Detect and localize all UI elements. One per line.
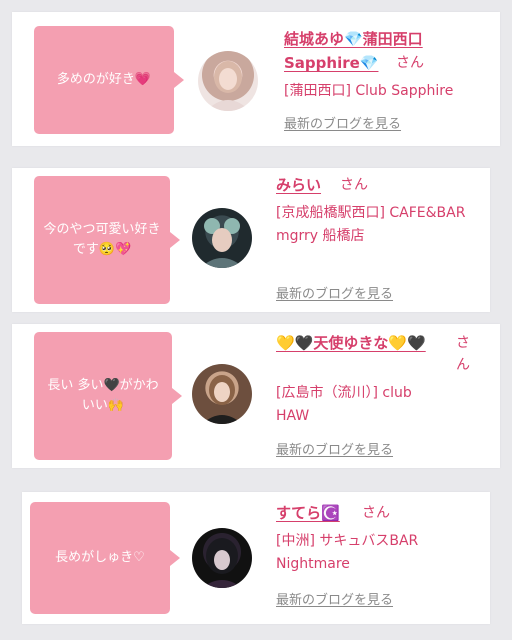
avatar[interactable] bbox=[192, 528, 252, 588]
latest-blog-link[interactable]: 最新のブログを見る bbox=[284, 116, 401, 134]
comment-bubble: 長めがしゅき♡ bbox=[30, 502, 180, 614]
avatar[interactable] bbox=[192, 364, 252, 424]
user-name-link[interactable]: 結城あゆ💎蒲田西口 bbox=[284, 28, 423, 50]
honorific-suffix: さん bbox=[362, 505, 390, 521]
comment-card: 長い 多い🖤がかわいい🙌 💛🖤天使ゆきな💛🖤 さん [広島市（流川）] club… bbox=[12, 324, 500, 468]
portrait-photo-icon bbox=[206, 61, 250, 111]
shop-name: [京成船橋駅西口] CAFE&BAR mgrry 船橋店 bbox=[276, 205, 466, 244]
portrait-photo-icon bbox=[202, 375, 242, 424]
user-name-link[interactable]: みらい bbox=[276, 174, 321, 196]
comment-text: 多めのが好き💗 bbox=[56, 72, 152, 87]
shop-name: [蒲田西口] Club Sapphire bbox=[284, 83, 454, 99]
avatar[interactable] bbox=[192, 208, 252, 268]
honorific-suffix: さん bbox=[456, 335, 470, 373]
user-name-link-line2[interactable]: Sapphire💎 bbox=[284, 52, 378, 74]
comment-bubble: 多めのが好き💗 bbox=[34, 26, 184, 134]
user-name-link[interactable]: すてら☪️ bbox=[276, 502, 340, 524]
comment-card: 多めのが好き💗 結城あゆ💎蒲田西口 Sapphire💎 さん [蒲田西口] Cl… bbox=[12, 12, 500, 146]
portrait-photo-icon bbox=[200, 218, 244, 268]
comment-card: 今のやつ可愛い好きです🥺💖 みらい さん [京成船橋駅西口] CAFE&BAR … bbox=[12, 168, 490, 312]
comment-card: 長めがしゅき♡ すてら☪️ さん [中洲] サキュバスBAR Nightmare… bbox=[22, 492, 490, 624]
shop-name: [中洲] サキュバスBAR Nightmare bbox=[276, 533, 419, 572]
latest-blog-link[interactable]: 最新のブログを見る bbox=[276, 442, 393, 460]
comment-bubble: 今のやつ可愛い好きです🥺💖 bbox=[34, 176, 180, 304]
avatar[interactable] bbox=[198, 51, 258, 111]
comment-text: 今のやつ可愛い好きです🥺💖 bbox=[43, 222, 161, 257]
comment-text: 長い 多い🖤がかわいい🙌 bbox=[47, 378, 159, 413]
honorific-suffix: さん bbox=[340, 177, 368, 193]
portrait-photo-icon bbox=[202, 538, 242, 588]
honorific-suffix: さん bbox=[396, 55, 424, 71]
user-name-link[interactable]: 💛🖤天使ゆきな💛🖤 bbox=[276, 332, 426, 354]
shop-name: [広島市（流川）] club HAW bbox=[276, 385, 412, 424]
latest-blog-link[interactable]: 最新のブログを見る bbox=[276, 592, 393, 610]
comment-bubble: 長い 多い🖤がかわいい🙌 bbox=[34, 332, 182, 460]
latest-blog-link[interactable]: 最新のブログを見る bbox=[276, 286, 393, 304]
comment-text: 長めがしゅき♡ bbox=[55, 550, 145, 565]
